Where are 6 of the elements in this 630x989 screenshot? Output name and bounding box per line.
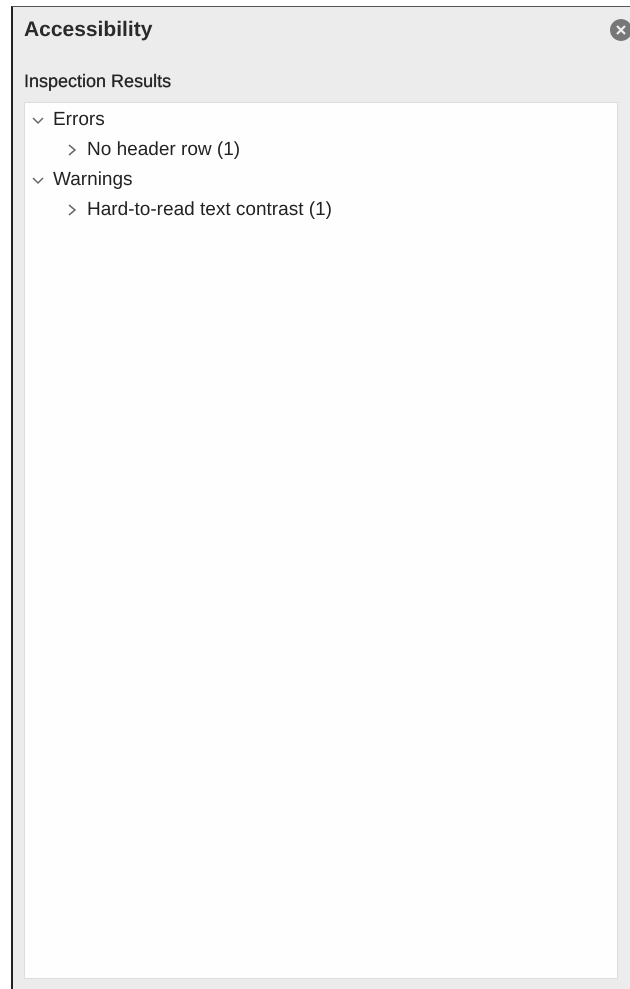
section-title: Inspection Results [24, 71, 172, 92]
pane-title: Accessibility [24, 18, 152, 42]
tree-item-label[interactable]: Hard-to-read text contrast (1) [87, 199, 332, 221]
tree-item-label[interactable]: Warnings [53, 169, 133, 191]
tree-item-label[interactable]: Errors [53, 109, 105, 131]
tree-item-label[interactable]: No header row (1) [87, 139, 240, 161]
